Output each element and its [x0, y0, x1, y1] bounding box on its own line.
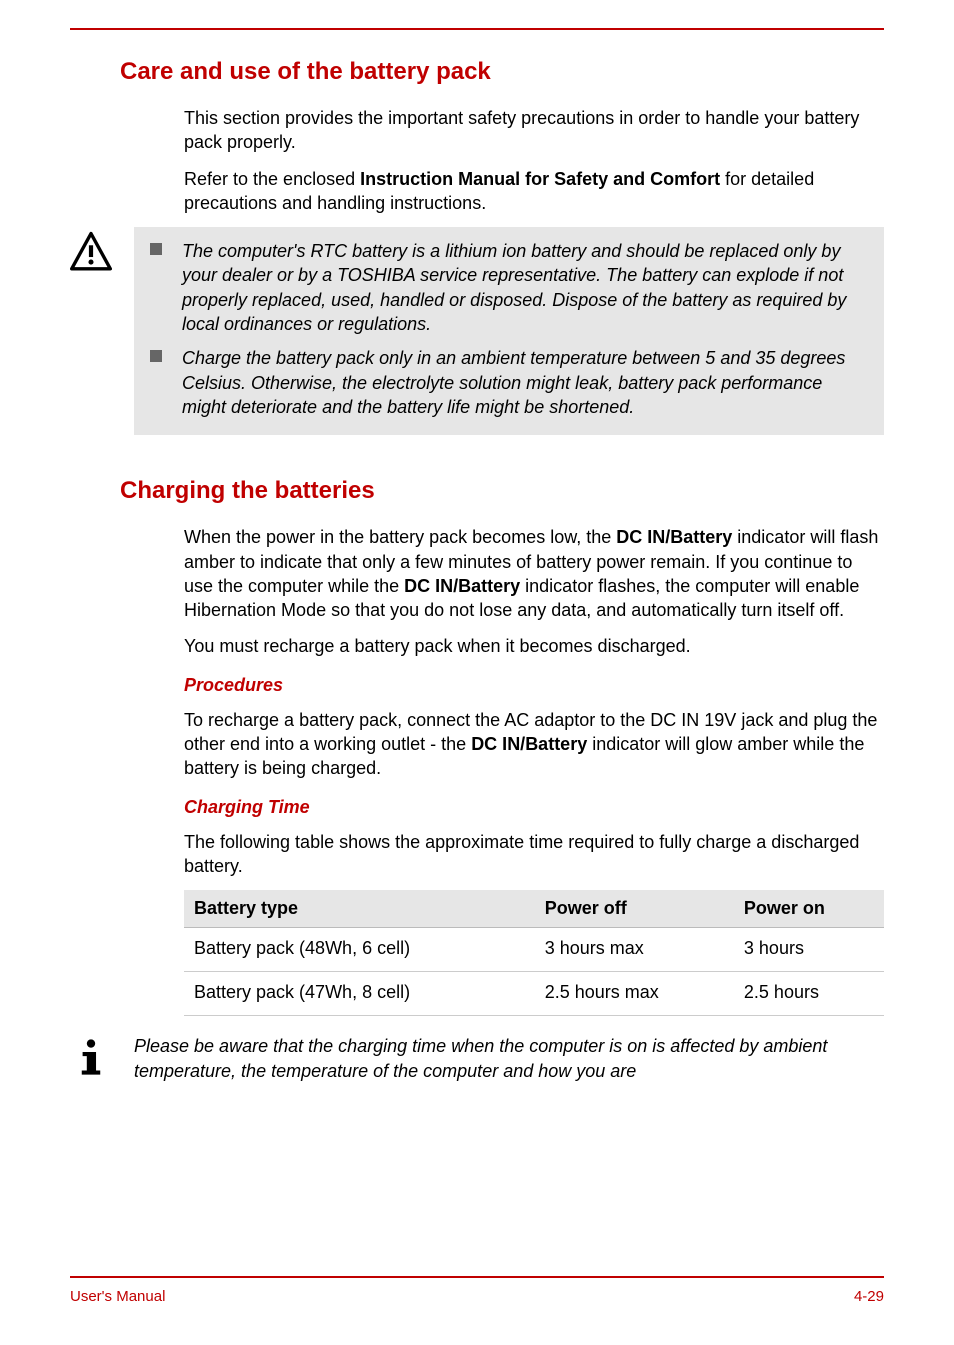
bullet-icon [150, 350, 162, 362]
manual-title-bold: Instruction Manual for Safety and Comfor… [360, 169, 720, 189]
footer-left: User's Manual [70, 1288, 165, 1305]
warning-icon [70, 227, 120, 278]
cell-battery-type: Battery pack (47Wh, 8 cell) [184, 972, 535, 1016]
cell-power-off: 3 hours max [535, 928, 734, 972]
th-power-on: Power on [734, 890, 884, 928]
charging-p2: You must recharge a battery pack when it… [184, 634, 884, 658]
warning-box: The computer's RTC battery is a lithium … [134, 227, 884, 435]
cell-battery-type: Battery pack (48Wh, 6 cell) [184, 928, 535, 972]
warning-item-1: The computer's RTC battery is a lithium … [150, 239, 868, 336]
care-intro-1: This section provides the important safe… [184, 106, 884, 155]
page-footer: User's Manual 4-29 [70, 1276, 884, 1305]
procedures-p1: To recharge a battery pack, connect the … [184, 708, 884, 781]
top-rule [70, 28, 884, 30]
table-row: Battery pack (47Wh, 8 cell) 2.5 hours ma… [184, 972, 884, 1016]
heading-care-use: Care and use of the battery pack [120, 58, 884, 86]
heading-charging-time: Charging Time [184, 797, 884, 818]
charging-p1: When the power in the battery pack becom… [184, 525, 884, 622]
dc-in-battery-bold: DC IN/Battery [471, 734, 587, 754]
th-battery-type: Battery type [184, 890, 535, 928]
info-icon [70, 1034, 120, 1083]
cell-power-on: 2.5 hours [734, 972, 884, 1016]
dc-in-battery-bold: DC IN/Battery [616, 527, 732, 547]
th-power-off: Power off [535, 890, 734, 928]
dc-in-battery-bold: DC IN/Battery [404, 576, 520, 596]
heading-procedures: Procedures [184, 675, 884, 696]
footer-right: 4-29 [854, 1288, 884, 1305]
info-callout: Please be aware that the charging time w… [70, 1034, 884, 1083]
warning-callout: The computer's RTC battery is a lithium … [70, 227, 884, 435]
info-text: Please be aware that the charging time w… [134, 1034, 884, 1083]
table-header-row: Battery type Power off Power on [184, 890, 884, 928]
warning-text-1: The computer's RTC battery is a lithium … [182, 239, 868, 336]
charging-time-table: Battery type Power off Power on Battery … [184, 890, 884, 1016]
cell-power-off: 2.5 hours max [535, 972, 734, 1016]
text-fragment: Refer to the enclosed [184, 169, 360, 189]
warning-text-2: Charge the battery pack only in an ambie… [182, 346, 868, 419]
bullet-icon [150, 243, 162, 255]
text-fragment: When the power in the battery pack becom… [184, 527, 616, 547]
heading-charging: Charging the batteries [120, 477, 884, 505]
warning-item-2: Charge the battery pack only in an ambie… [150, 346, 868, 419]
cell-power-on: 3 hours [734, 928, 884, 972]
charging-time-intro: The following table shows the approximat… [184, 830, 884, 879]
table-row: Battery pack (48Wh, 6 cell) 3 hours max … [184, 928, 884, 972]
care-intro-2: Refer to the enclosed Instruction Manual… [184, 167, 884, 216]
